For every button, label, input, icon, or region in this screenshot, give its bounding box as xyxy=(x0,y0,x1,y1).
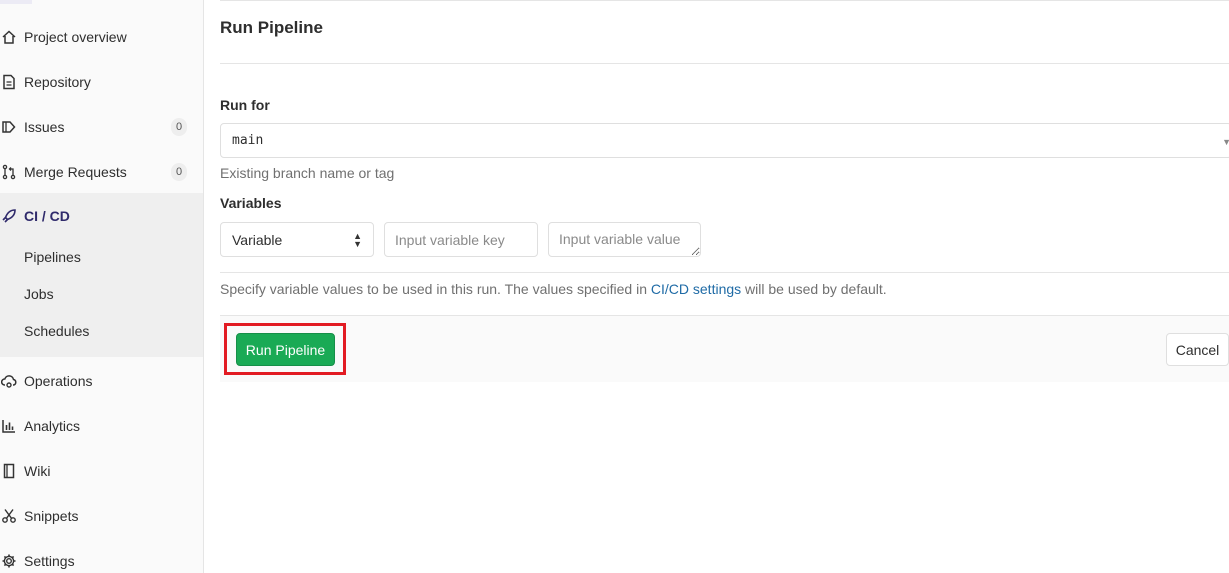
document-icon xyxy=(0,73,18,91)
sidebar-item-label: Operations xyxy=(24,372,93,389)
sidebar-item-label: CI / CD xyxy=(24,207,70,224)
sidebar-item-label: Repository xyxy=(24,73,91,90)
sidebar-item-operations[interactable]: Operations xyxy=(0,358,203,403)
sidebar-item-label: Settings xyxy=(24,552,75,569)
select-arrows-icon: ▲ ▼ xyxy=(353,231,362,249)
form-actions: Run Pipeline Cancel xyxy=(220,315,1229,382)
sidebar-item-label: Wiki xyxy=(24,462,51,479)
sidebar-item-analytics[interactable]: Analytics xyxy=(0,403,203,448)
sidebar-item-snippets[interactable]: Snippets xyxy=(0,493,203,538)
branch-select-dropdown[interactable]: main ▼ xyxy=(220,123,1229,158)
merge-requests-count-badge: 0 xyxy=(171,162,187,181)
top-divider xyxy=(220,0,1229,1)
sidebar-item-merge-requests[interactable]: Merge Requests 0 xyxy=(0,149,203,194)
issues-count-badge: 0 xyxy=(171,117,187,136)
sidebar-subitem-jobs[interactable]: Jobs xyxy=(24,286,54,302)
page-title: Run Pipeline xyxy=(220,18,323,37)
variables-divider xyxy=(220,272,1229,273)
sidebar: Project overview Repository Issues 0 Mer… xyxy=(0,0,204,573)
sidebar-item-label: Issues xyxy=(24,118,65,135)
sidebar-item-wiki[interactable]: Wiki xyxy=(0,448,203,493)
sidebar-item-issues[interactable]: Issues 0 xyxy=(0,104,203,149)
merge-request-icon xyxy=(0,163,18,181)
sidebar-item-label: Snippets xyxy=(24,507,79,524)
issues-icon xyxy=(0,118,18,136)
variable-value-input[interactable] xyxy=(548,222,701,257)
variable-key-input[interactable] xyxy=(384,222,538,257)
variables-help-suffix: will be used by default. xyxy=(741,281,887,297)
variable-type-select[interactable]: Variable ▲ ▼ xyxy=(220,222,374,257)
run-pipeline-button[interactable]: Run Pipeline xyxy=(236,333,335,366)
chart-icon xyxy=(0,417,18,435)
sidebar-item-project-overview[interactable]: Project overview xyxy=(0,14,203,59)
sidebar-top-stub xyxy=(0,0,32,4)
book-icon xyxy=(0,462,18,480)
variable-type-value: Variable xyxy=(232,232,283,248)
sidebar-subitem-pipelines[interactable]: Pipelines xyxy=(24,249,81,265)
sidebar-item-cicd[interactable]: CI / CD xyxy=(0,193,203,238)
title-divider xyxy=(220,63,1229,64)
rocket-icon xyxy=(0,207,18,225)
run-for-help-text: Existing branch name or tag xyxy=(220,165,395,181)
cloud-gear-icon xyxy=(0,372,18,390)
gear-icon xyxy=(0,552,18,570)
sidebar-item-label: Merge Requests xyxy=(24,163,127,180)
variables-label: Variables xyxy=(220,195,282,211)
run-for-label: Run for xyxy=(220,97,270,113)
chevron-down-icon: ▼ xyxy=(1222,137,1229,147)
branch-select-value: main xyxy=(232,133,264,148)
sidebar-item-repository[interactable]: Repository xyxy=(0,59,203,104)
sidebar-item-label: Analytics xyxy=(24,417,81,434)
cicd-settings-link[interactable]: CI/CD settings xyxy=(651,281,741,297)
sidebar-item-settings[interactable]: Settings xyxy=(0,538,203,573)
variables-help-prefix: Specify variable values to be used in th… xyxy=(220,281,651,297)
home-icon xyxy=(0,28,18,46)
sidebar-item-label: Project overview xyxy=(24,28,127,45)
variables-help-text: Specify variable values to be used in th… xyxy=(220,281,887,297)
cancel-button[interactable]: Cancel xyxy=(1166,333,1229,366)
scissors-icon xyxy=(0,507,18,525)
sidebar-subitem-schedules[interactable]: Schedules xyxy=(24,323,89,339)
